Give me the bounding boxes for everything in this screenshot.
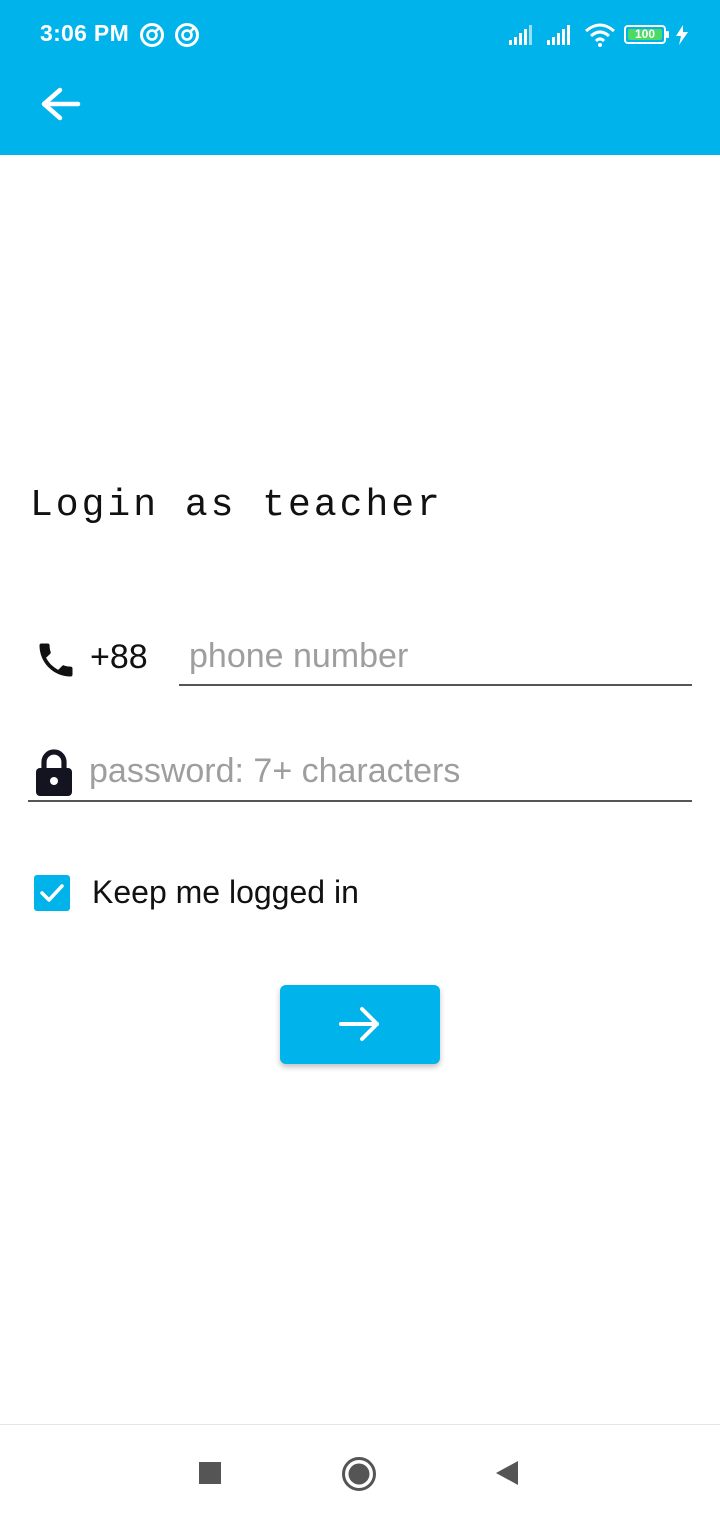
app-bar: 3:06 PM 100 [0,0,720,155]
keep-logged-in-label: Keep me logged in [92,874,359,910]
arrow-right-icon [339,1007,379,1041]
battery-level: 100 [628,28,662,40]
checkmark-icon [40,884,64,902]
charging-icon [676,25,688,45]
password-input[interactable] [28,742,692,802]
system-nav-bar [0,1424,720,1521]
signal-icon [509,25,532,45]
country-code: +88 [90,638,148,676]
recents-button[interactable] [199,1462,221,1484]
notification-icon [140,23,164,47]
nav-back-button[interactable] [494,1459,520,1487]
battery-icon: 100 [624,25,669,44]
wifi-icon [585,23,615,47]
status-bar: 3:06 PM 100 [0,0,720,68]
keep-logged-in-checkbox[interactable] [34,875,70,911]
submit-button[interactable] [280,985,440,1064]
signal-icon [547,25,570,45]
lock-icon [36,749,72,796]
status-time: 3:06 PM [40,20,130,46]
phone-number-input[interactable] [179,628,692,686]
notification-icon [175,23,199,47]
page-title: Login as teacher [30,484,443,527]
home-button[interactable] [341,1456,377,1492]
back-arrow-icon[interactable] [36,82,84,130]
phone-icon [39,643,73,677]
